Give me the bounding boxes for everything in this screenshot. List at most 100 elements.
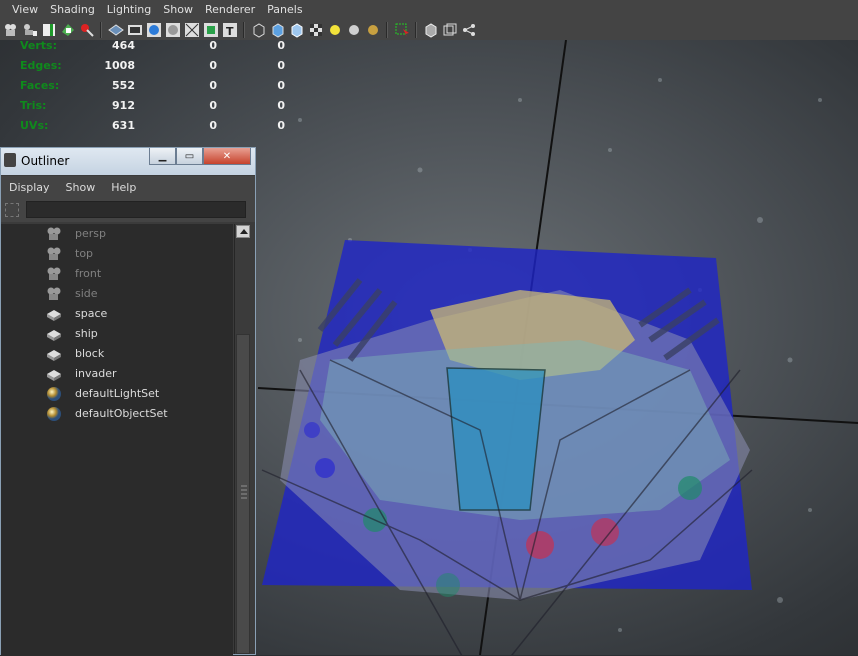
item-label: ship	[75, 327, 98, 340]
item-label: block	[75, 347, 105, 360]
minimize-button[interactable]: ▁	[149, 148, 176, 165]
item-label: defaultLightSet	[75, 387, 160, 400]
svg-text:T: T	[226, 25, 234, 38]
hypergraph-icon[interactable]	[461, 22, 477, 38]
resolution-gate-icon[interactable]	[146, 22, 162, 38]
outliner-item-defaultobjectset[interactable]: defaultObjectSet	[1, 404, 233, 424]
menu-show[interactable]: Show	[58, 181, 104, 194]
hud-row-tris: Tris: 912 0 0	[20, 100, 285, 120]
hud-value: 0	[209, 40, 217, 52]
shade-wireframe-icon[interactable]	[289, 22, 305, 38]
hud-row-edges: Edges: 1008 0 0	[20, 60, 285, 80]
outliner-item-front[interactable]: front	[1, 264, 233, 284]
hud-label: Faces:	[20, 79, 60, 92]
outliner-item-defaultlightset[interactable]: defaultLightSet	[1, 384, 233, 404]
search-input[interactable]	[26, 201, 246, 218]
hud-label: Tris:	[20, 99, 47, 112]
window-controls: ▁ ▭ ✕	[149, 148, 254, 166]
item-label: persp	[75, 227, 106, 240]
wireframe-icon[interactable]	[251, 22, 267, 38]
mesh-transform-icon	[46, 366, 62, 382]
hud-row-uvs: UVs: 631 0 0	[20, 120, 285, 140]
field-chart-icon[interactable]	[184, 22, 200, 38]
isolate-select-icon[interactable]	[394, 22, 410, 38]
grid-icon[interactable]	[108, 22, 124, 38]
item-label: front	[75, 267, 102, 280]
toolbar-separator	[100, 22, 102, 38]
smooth-shade-icon[interactable]	[270, 22, 286, 38]
hud-value: 631	[112, 119, 135, 132]
scroll-thumb[interactable]	[236, 334, 250, 654]
scroll-up-button[interactable]	[236, 225, 250, 238]
outliner-window: Outliner ▁ ▭ ✕ Display Show Help persp t…	[0, 147, 256, 656]
gate-mask-icon[interactable]	[165, 22, 181, 38]
hud-row-faces: Faces: 552 0 0	[20, 80, 285, 100]
hud-value: 0	[277, 79, 285, 92]
panel-toolbar: T	[0, 20, 858, 40]
2d-pan-icon[interactable]	[79, 22, 95, 38]
hud-label: UVs:	[20, 119, 49, 132]
filter-icon[interactable]	[5, 203, 19, 217]
film-gate-icon[interactable]	[127, 22, 143, 38]
outliner-titlebar[interactable]: Outliner ▁ ▭ ✕	[1, 148, 255, 175]
menu-view[interactable]: View	[0, 0, 44, 20]
menu-show[interactable]: Show	[157, 0, 199, 20]
menu-panels[interactable]: Panels	[261, 0, 308, 20]
poly-count-hud: Verts: 464 0 0 Edges: 1008 0 0 Faces: 55…	[20, 40, 285, 140]
outliner-item-side[interactable]: side	[1, 284, 233, 304]
outliner-item-block[interactable]: block	[1, 344, 233, 364]
camera-icon	[46, 226, 62, 242]
outliner-item-space[interactable]: space	[1, 304, 233, 324]
item-label: space	[75, 307, 108, 320]
menu-lighting[interactable]: Lighting	[101, 0, 157, 20]
shadows-icon[interactable]	[346, 22, 362, 38]
hud-value: 912	[112, 99, 135, 112]
hud-label: Edges:	[20, 59, 62, 72]
camera-icon	[46, 266, 62, 282]
camera-icon	[46, 286, 62, 302]
outliner-scrollbar[interactable]	[234, 224, 252, 654]
menu-shading[interactable]: Shading	[44, 0, 101, 20]
toolbar-separator	[386, 22, 388, 38]
camera-icon	[46, 246, 62, 262]
toolbar-separator	[415, 22, 417, 38]
outliner-item-top[interactable]: top	[1, 244, 233, 264]
camera-icon[interactable]	[3, 22, 19, 38]
close-button[interactable]: ✕	[203, 148, 251, 165]
safe-action-icon[interactable]	[203, 22, 219, 38]
hud-value: 0	[209, 59, 217, 72]
bookmark-icon[interactable]	[41, 22, 57, 38]
menu-help[interactable]: Help	[103, 181, 144, 194]
xray-icon[interactable]	[423, 22, 439, 38]
hud-value: 0	[209, 99, 217, 112]
hud-value: 464	[112, 40, 135, 52]
camera-attr-icon[interactable]	[22, 22, 38, 38]
mesh-transform-icon	[46, 346, 62, 362]
hud-value: 552	[112, 79, 135, 92]
outliner-item-persp[interactable]: persp	[1, 224, 233, 244]
maya-app-icon	[4, 153, 16, 167]
hud-value: 0	[277, 99, 285, 112]
use-all-lights-icon[interactable]	[327, 22, 343, 38]
hud-value: 0	[277, 59, 285, 72]
hud-value: 0	[277, 40, 285, 52]
grip-icon	[241, 485, 247, 499]
outliner-filter-bar	[1, 198, 255, 222]
outliner-item-invader[interactable]: invader	[1, 364, 233, 384]
hud-value: 0	[277, 119, 285, 132]
safe-title-icon[interactable]: T	[222, 22, 238, 38]
xray-joints-icon[interactable]	[442, 22, 458, 38]
ambient-occlusion-icon[interactable]	[365, 22, 381, 38]
textured-icon[interactable]	[308, 22, 324, 38]
item-label: defaultObjectSet	[75, 407, 168, 420]
image-plane-icon[interactable]	[60, 22, 76, 38]
maximize-button[interactable]: ▭	[176, 148, 203, 165]
menu-renderer[interactable]: Renderer	[199, 0, 261, 20]
mesh-transform-icon	[46, 306, 62, 322]
menu-display[interactable]: Display	[1, 181, 58, 194]
set-sphere-icon	[46, 406, 62, 422]
outliner-list: persp top front side space ship block in…	[1, 224, 233, 656]
outliner-item-ship[interactable]: ship	[1, 324, 233, 344]
hud-value: 0	[209, 79, 217, 92]
panel-menubar: View Shading Lighting Show Renderer Pane…	[0, 0, 858, 20]
